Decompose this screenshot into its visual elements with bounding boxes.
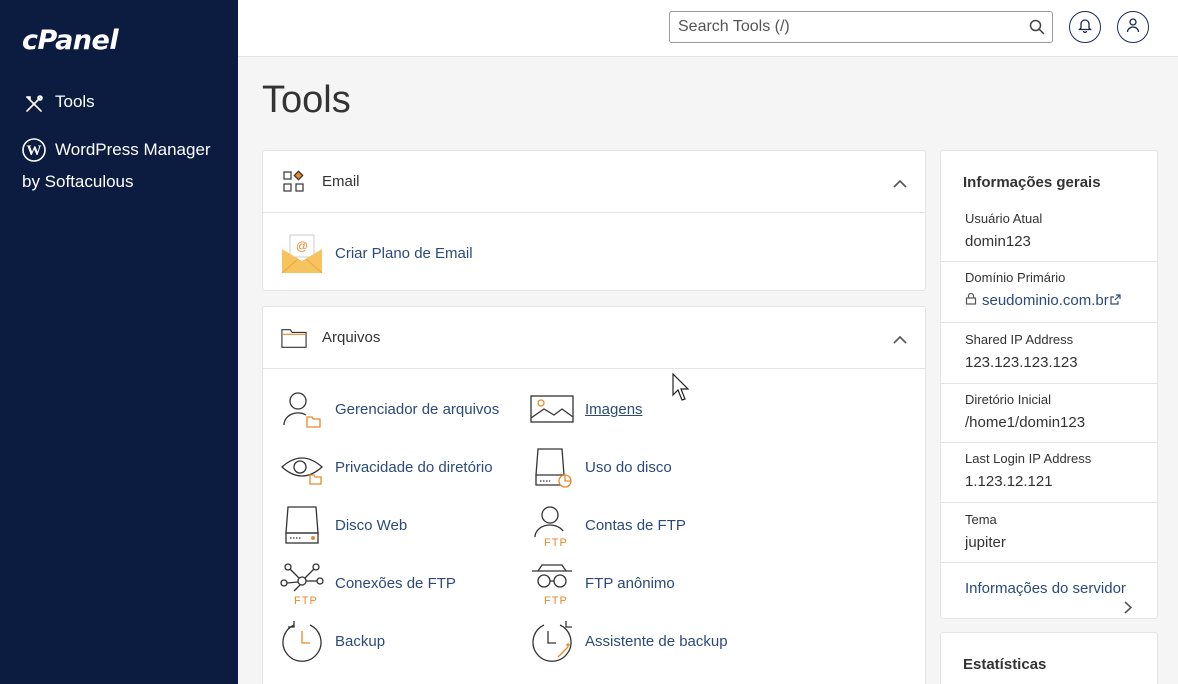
lock-icon bbox=[965, 292, 977, 309]
server-info-link[interactable]: Informações do servidor bbox=[965, 580, 1126, 597]
email-plan-icon: @ bbox=[279, 230, 325, 276]
email-section: Email @ Criar Plano de Email bbox=[262, 150, 926, 291]
general-info-panel: Informações gerais Usuário Atual domin12… bbox=[940, 150, 1158, 619]
info-row-primary-domain: Domínio Primário seudominio.com.br bbox=[941, 270, 1157, 323]
mouse-cursor-icon bbox=[672, 372, 692, 408]
info-label: Last Login IP Address bbox=[965, 451, 1092, 466]
bell-icon bbox=[1077, 17, 1093, 38]
cpanel-logo[interactable]: cPanel bbox=[22, 25, 119, 56]
notifications-button[interactable] bbox=[1069, 11, 1101, 43]
directory-privacy-icon bbox=[279, 444, 325, 490]
info-label: Diretório Inicial bbox=[965, 392, 1051, 407]
info-row-last-login-ip: Last Login IP Address 1.123.12.121 bbox=[941, 451, 1157, 503]
info-value: 123.123.123.123 bbox=[965, 354, 1078, 371]
chevron-up-icon[interactable] bbox=[893, 331, 907, 349]
tool-label: Assistente de backup bbox=[585, 632, 728, 650]
sidebar-item-tools[interactable]: Tools bbox=[22, 92, 95, 116]
info-value: domin123 bbox=[965, 233, 1031, 250]
info-label: Tema bbox=[965, 512, 997, 527]
sidebar: cPanel Tools W WordPress Manager by Soft… bbox=[0, 0, 238, 684]
primary-domain-link[interactable]: seudominio.com.br bbox=[965, 292, 1157, 309]
sidebar-item-label: Tools bbox=[55, 92, 95, 111]
tool-label: Gerenciador de arquivos bbox=[335, 400, 500, 418]
tool-directory-privacy[interactable]: Privacidade do diretório bbox=[279, 444, 493, 490]
info-value: seudominio.com.br bbox=[982, 292, 1109, 309]
user-menu-button[interactable] bbox=[1117, 11, 1149, 43]
backup-icon bbox=[279, 618, 325, 664]
ftp-accounts-icon: FTP bbox=[529, 502, 575, 548]
tool-label: Imagens bbox=[585, 400, 643, 418]
folder-icon bbox=[281, 325, 307, 351]
svg-text:FTP: FTP bbox=[294, 595, 318, 605]
tool-label: Conexões de FTP bbox=[335, 574, 456, 592]
file-manager-icon bbox=[279, 386, 325, 432]
tool-label: Backup bbox=[335, 632, 386, 650]
page-title: Tools bbox=[262, 79, 351, 121]
svg-text:@: @ bbox=[296, 239, 308, 253]
tool-web-disk[interactable]: Disco Web bbox=[279, 502, 407, 548]
panel-title: Informações gerais bbox=[963, 174, 1101, 191]
info-row-home-directory: Diretório Inicial /home1/domin123 bbox=[941, 392, 1157, 443]
panel-title: Estatísticas bbox=[963, 656, 1047, 673]
svg-text:W: W bbox=[27, 143, 42, 159]
files-section: Arquivos Gerenciador de arquivos Imagens bbox=[262, 306, 926, 684]
tool-label: Uso do disco bbox=[585, 458, 672, 476]
tools-icon bbox=[22, 92, 46, 116]
search-icon[interactable] bbox=[1029, 19, 1045, 40]
info-value: /home1/domin123 bbox=[965, 414, 1086, 431]
tool-email-plan[interactable]: @ Criar Plano de Email bbox=[279, 230, 473, 276]
tool-label: Contas de FTP bbox=[585, 516, 686, 534]
email-section-icon bbox=[281, 169, 307, 195]
statistics-panel: Estatísticas bbox=[940, 632, 1158, 684]
tool-ftp-connections[interactable]: FTP Conexões de FTP bbox=[279, 560, 456, 606]
svg-text:FTP: FTP bbox=[544, 595, 568, 605]
info-row-shared-ip: Shared IP Address 123.123.123.123 bbox=[941, 332, 1157, 384]
user-icon bbox=[1126, 17, 1140, 38]
sidebar-item-label: WordPress Manager bbox=[55, 140, 211, 159]
tool-label: Criar Plano de Email bbox=[335, 244, 473, 262]
external-link-icon bbox=[1110, 292, 1121, 309]
anonymous-ftp-icon: FTP bbox=[529, 560, 575, 606]
info-value: jupiter bbox=[965, 534, 1006, 551]
info-row-current-user: Usuário Atual domin123 bbox=[941, 211, 1157, 262]
chevron-right-icon[interactable] bbox=[1124, 601, 1133, 619]
search-input[interactable] bbox=[670, 12, 1010, 42]
tool-anonymous-ftp[interactable]: FTP FTP anônimo bbox=[529, 560, 675, 606]
disk-usage-icon bbox=[529, 444, 575, 490]
info-label: Domínio Primário bbox=[965, 270, 1066, 285]
tool-images[interactable]: Imagens bbox=[529, 386, 643, 432]
tool-label: FTP anônimo bbox=[585, 574, 675, 592]
chevron-up-icon[interactable] bbox=[893, 175, 907, 193]
section-title: Email bbox=[322, 173, 360, 190]
tool-backup-wizard[interactable]: Assistente de backup bbox=[529, 618, 728, 664]
tool-ftp-accounts[interactable]: FTP Contas de FTP bbox=[529, 502, 686, 548]
wordpress-icon: W bbox=[22, 138, 46, 162]
section-title: Arquivos bbox=[322, 329, 381, 346]
files-section-header[interactable]: Arquivos bbox=[263, 307, 925, 369]
info-row-theme: Tema jupiter bbox=[941, 512, 1157, 563]
sidebar-item-wordpress-manager[interactable]: W WordPress Manager by Softaculous bbox=[22, 138, 255, 198]
info-label: Usuário Atual bbox=[965, 211, 1043, 226]
info-label: Shared IP Address bbox=[965, 332, 1074, 347]
ftp-connections-icon: FTP bbox=[279, 560, 325, 606]
topbar bbox=[238, 0, 1178, 57]
email-section-header[interactable]: Email bbox=[263, 151, 925, 213]
sidebar-item-label-line2: by Softaculous bbox=[22, 172, 134, 191]
info-value: 1.123.12.121 bbox=[965, 473, 1053, 490]
search-box[interactable] bbox=[669, 11, 1053, 43]
svg-text:FTP: FTP bbox=[544, 537, 568, 547]
tool-file-manager[interactable]: Gerenciador de arquivos bbox=[279, 386, 499, 432]
backup-wizard-icon bbox=[529, 618, 575, 664]
tool-label: Privacidade do diretório bbox=[335, 458, 493, 476]
tool-disk-usage[interactable]: Uso do disco bbox=[529, 444, 672, 490]
tool-backup[interactable]: Backup bbox=[279, 618, 385, 664]
tool-label: Disco Web bbox=[335, 516, 408, 534]
web-disk-icon bbox=[279, 502, 325, 548]
images-icon bbox=[529, 386, 575, 432]
